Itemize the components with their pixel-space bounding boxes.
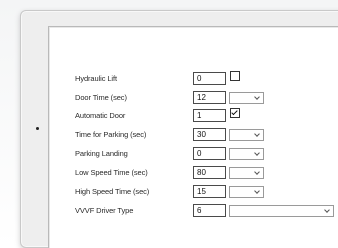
high-speed-time-input[interactable]: 15 bbox=[193, 185, 226, 198]
time-for-parking-dropdown[interactable] bbox=[229, 129, 264, 141]
hydraulic-lift-input[interactable]: 0 bbox=[193, 72, 226, 85]
low-speed-time-dropdown[interactable] bbox=[229, 167, 264, 179]
vvvf-driver-type-label: VVVF Driver Type bbox=[75, 206, 134, 215]
low-speed-time-input[interactable]: 80 bbox=[193, 166, 226, 179]
photo-scene: Hydraulic Lift 0 Door Time (sec) 12 Auto… bbox=[0, 0, 338, 248]
tablet-device: Hydraulic Lift 0 Door Time (sec) 12 Auto… bbox=[20, 10, 338, 248]
form-row-time-for-parking: Time for Parking (sec) 30 bbox=[49, 128, 338, 144]
vvvf-driver-type-input[interactable]: 6 bbox=[193, 204, 226, 217]
low-speed-time-label: Low Speed Time (sec) bbox=[75, 168, 148, 177]
form-row-parking-landing: Parking Landing 0 bbox=[49, 147, 338, 163]
parking-landing-label: Parking Landing bbox=[75, 149, 128, 158]
hydraulic-lift-label: Hydraulic Lift bbox=[75, 74, 117, 83]
chevron-down-icon bbox=[324, 207, 330, 213]
door-time-dropdown[interactable] bbox=[229, 92, 264, 104]
checkmark-icon bbox=[231, 108, 238, 116]
door-time-label: Door Time (sec) bbox=[75, 93, 127, 102]
form-row-low-speed-time: Low Speed Time (sec) 80 bbox=[49, 166, 338, 182]
high-speed-time-dropdown[interactable] bbox=[229, 186, 264, 198]
settings-screen: Hydraulic Lift 0 Door Time (sec) 12 Auto… bbox=[48, 26, 338, 248]
parking-landing-input[interactable]: 0 bbox=[193, 147, 226, 160]
hydraulic-lift-checkbox[interactable] bbox=[230, 71, 240, 81]
form-row-door-time: Door Time (sec) 12 bbox=[49, 91, 338, 107]
parking-landing-dropdown[interactable] bbox=[229, 148, 264, 160]
chevron-down-icon bbox=[254, 94, 260, 100]
camera-icon bbox=[36, 127, 39, 130]
form-row-hydraulic-lift: Hydraulic Lift 0 bbox=[49, 71, 338, 88]
chevron-down-icon bbox=[254, 150, 260, 156]
form-row-high-speed-time: High Speed Time (sec) 15 bbox=[49, 185, 338, 201]
automatic-door-checkbox[interactable] bbox=[230, 108, 240, 118]
high-speed-time-label: High Speed Time (sec) bbox=[75, 187, 150, 196]
chevron-down-icon bbox=[254, 169, 260, 175]
door-time-input[interactable]: 12 bbox=[193, 91, 226, 104]
form-row-automatic-door: Automatic Door 1 bbox=[49, 108, 338, 125]
chevron-down-icon bbox=[254, 188, 260, 194]
automatic-door-label: Automatic Door bbox=[75, 111, 126, 120]
time-for-parking-label: Time for Parking (sec) bbox=[75, 130, 147, 139]
time-for-parking-input[interactable]: 30 bbox=[193, 128, 226, 141]
vvvf-driver-type-dropdown[interactable] bbox=[229, 205, 334, 217]
chevron-down-icon bbox=[254, 131, 260, 137]
form-row-vvvf-driver-type: VVVF Driver Type 6 bbox=[49, 204, 338, 220]
automatic-door-input[interactable]: 1 bbox=[193, 109, 226, 122]
